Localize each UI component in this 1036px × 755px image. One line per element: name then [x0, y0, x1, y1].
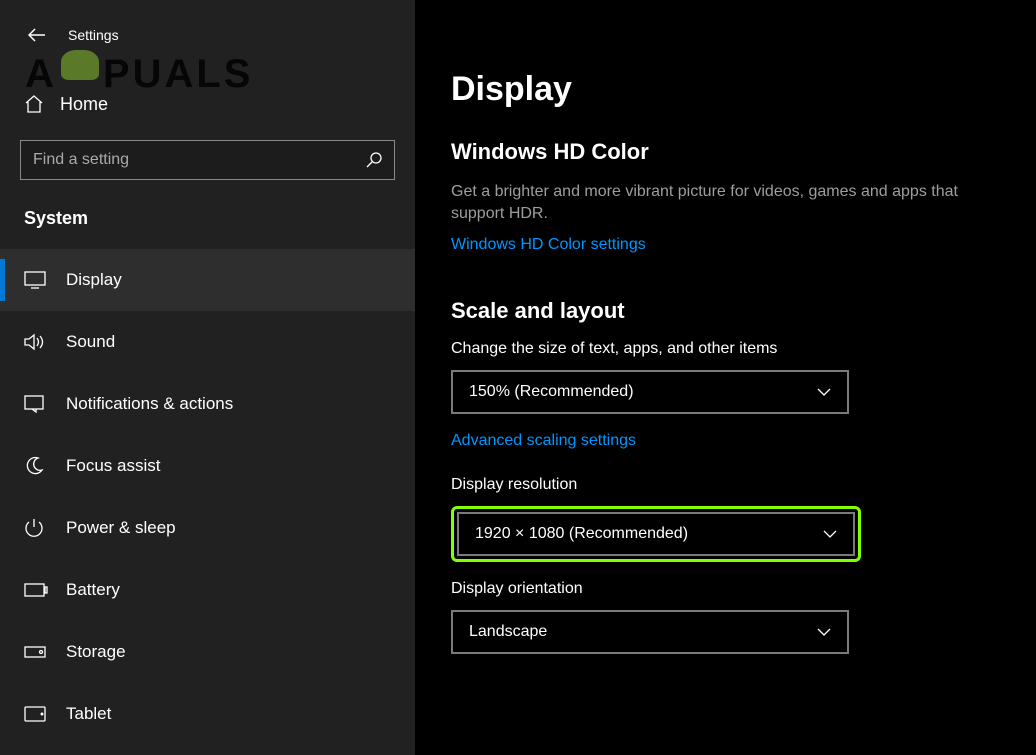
search-box[interactable] [20, 140, 395, 180]
tablet-icon [24, 706, 46, 722]
resolution-dropdown[interactable]: 1920 × 1080 (Recommended) [457, 512, 855, 556]
hd-color-title: Windows HD Color [451, 139, 1006, 165]
nav-item-notifications[interactable]: Notifications & actions [0, 373, 415, 435]
chevron-down-icon [817, 388, 831, 396]
orientation-dropdown[interactable]: Landscape [451, 610, 849, 654]
titlebar: Settings [0, 12, 415, 52]
resolution-label: Display resolution [451, 476, 1006, 494]
nav-label: Battery [66, 580, 120, 600]
nav-label: Storage [66, 642, 126, 662]
nav-label: Focus assist [66, 456, 160, 476]
home-icon [24, 94, 44, 114]
sound-icon [24, 333, 46, 351]
text-size-dropdown[interactable]: 150% (Recommended) [451, 370, 849, 414]
orientation-label: Display orientation [451, 580, 1006, 598]
nav-label: Notifications & actions [66, 394, 233, 414]
nav-label: Display [66, 270, 122, 290]
watermark-logo [61, 50, 99, 80]
battery-icon [24, 583, 48, 597]
home-label: Home [60, 94, 108, 115]
storage-icon [24, 644, 46, 660]
scale-title: Scale and layout [451, 298, 1006, 324]
orientation-value: Landscape [469, 623, 547, 641]
page-title: Display [451, 70, 1006, 109]
search-container [20, 140, 395, 180]
nav-item-battery[interactable]: Battery [0, 559, 415, 621]
back-button[interactable] [14, 21, 58, 49]
advanced-scaling-link[interactable]: Advanced scaling settings [451, 432, 636, 450]
hd-color-body: Get a brighter and more vibrant picture … [451, 181, 1006, 226]
notifications-icon [24, 395, 46, 413]
nav-item-tablet[interactable]: Tablet [0, 683, 415, 745]
chevron-down-icon [823, 530, 837, 538]
chevron-down-icon [817, 628, 831, 636]
moon-icon [24, 456, 44, 476]
nav-item-sound[interactable]: Sound [0, 311, 415, 373]
monitor-icon [24, 271, 46, 289]
window-title: Settings [68, 27, 119, 43]
nav-label: Tablet [66, 704, 111, 724]
text-size-label: Change the size of text, apps, and other… [451, 340, 1006, 358]
nav-label: Sound [66, 332, 115, 352]
home-button[interactable]: Home [0, 80, 415, 128]
section-heading: System [0, 180, 415, 239]
main-content: Display Windows HD Color Get a brighter … [415, 0, 1036, 755]
search-input[interactable] [33, 151, 366, 169]
hd-color-link[interactable]: Windows HD Color settings [451, 236, 646, 254]
nav-item-focus-assist[interactable]: Focus assist [0, 435, 415, 497]
text-size-value: 150% (Recommended) [469, 383, 634, 401]
back-arrow-icon [28, 28, 46, 42]
nav-item-display[interactable]: Display [0, 249, 415, 311]
sidebar: APUALS Settings Home System [0, 0, 415, 755]
search-icon [366, 152, 382, 168]
nav-label: Power & sleep [66, 518, 176, 538]
resolution-highlight: 1920 × 1080 (Recommended) [451, 506, 861, 562]
power-icon [24, 518, 44, 538]
nav-item-storage[interactable]: Storage [0, 621, 415, 683]
nav-item-power-sleep[interactable]: Power & sleep [0, 497, 415, 559]
resolution-value: 1920 × 1080 (Recommended) [475, 525, 688, 543]
nav-list: Display Sound Notifications & actions [0, 249, 415, 745]
